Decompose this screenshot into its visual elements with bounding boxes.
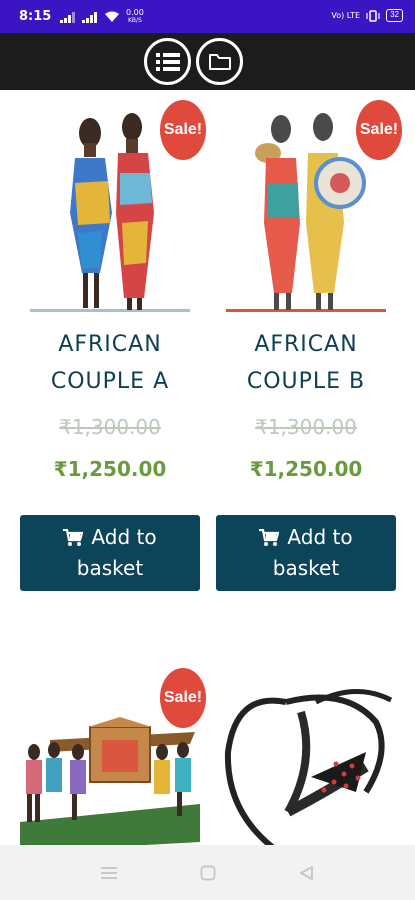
recent-apps-button[interactable] bbox=[99, 863, 119, 883]
old-price: ₹1,300.00 bbox=[59, 415, 161, 439]
figurine-image bbox=[224, 689, 393, 845]
add-to-label: Add to bbox=[91, 525, 157, 549]
product-card bbox=[216, 682, 396, 845]
product-card: Sale! AFRICAN COUPLE B ₹1,300.00 ₹1,250.… bbox=[216, 100, 402, 603]
product-name-line2: COUPLE A bbox=[50, 369, 170, 394]
back-icon bbox=[300, 866, 313, 880]
status-time: 8:15 bbox=[19, 9, 52, 24]
product-card: Sale! AFRICAN COUPLE A ₹1,300.00 ₹1,250.… bbox=[20, 100, 206, 603]
sale-badge: Sale! bbox=[160, 100, 206, 160]
product-name[interactable]: AFRICAN COUPLE A bbox=[20, 326, 200, 400]
status-icons-right: Vo) LTE 32 bbox=[331, 9, 403, 22]
battery-indicator: 32 bbox=[386, 9, 403, 22]
sale-badge: Sale! bbox=[356, 100, 402, 160]
back-button[interactable] bbox=[296, 863, 316, 883]
cart-icon bbox=[259, 528, 280, 546]
sale-badge: Sale! bbox=[160, 668, 206, 728]
data-speed-value: 0.00 bbox=[126, 8, 144, 17]
wifi-icon bbox=[105, 11, 119, 22]
signal-icon bbox=[60, 11, 75, 23]
basket-label: basket bbox=[76, 556, 144, 580]
app-header bbox=[0, 33, 415, 90]
product-name[interactable]: AFRICAN COUPLE B bbox=[216, 326, 396, 400]
menu-icon bbox=[101, 867, 117, 879]
product-name-line1: AFRICAN bbox=[254, 332, 358, 357]
product-image[interactable] bbox=[216, 682, 396, 845]
cart-icon bbox=[63, 528, 84, 546]
data-speed: 0.00 KB/S bbox=[126, 9, 144, 25]
basket-label: basket bbox=[272, 556, 340, 580]
product-card: Sale! bbox=[20, 668, 206, 845]
product-grid: Sale! AFRICAN COUPLE A ₹1,300.00 ₹1,250.… bbox=[0, 90, 415, 845]
product-name-line1: AFRICAN bbox=[58, 332, 162, 357]
folder-icon bbox=[208, 53, 231, 70]
volte-indicator: Vo) LTE bbox=[331, 10, 361, 20]
vibrate-icon bbox=[366, 9, 380, 22]
system-nav-bar bbox=[0, 845, 415, 900]
status-bar: 8:15 0.00 KB/S Vo) LTE 32 bbox=[0, 0, 415, 33]
status-icons-left: 0.00 KB/S bbox=[60, 9, 144, 25]
home-button[interactable] bbox=[198, 863, 218, 883]
list-icon bbox=[155, 52, 180, 71]
data-speed-unit: KB/S bbox=[127, 17, 142, 24]
home-icon bbox=[200, 865, 216, 881]
list-view-button[interactable] bbox=[144, 38, 191, 85]
add-to-basket-button[interactable]: Add to basket bbox=[20, 515, 200, 591]
folder-button[interactable] bbox=[196, 38, 243, 85]
sale-price: ₹1,250.00 bbox=[249, 457, 363, 481]
add-to-basket-button[interactable]: Add to basket bbox=[216, 515, 396, 591]
old-price: ₹1,300.00 bbox=[255, 415, 357, 439]
sale-price: ₹1,250.00 bbox=[53, 457, 167, 481]
signal-icon-2 bbox=[82, 11, 97, 23]
add-to-label: Add to bbox=[287, 525, 353, 549]
product-name-line2: COUPLE B bbox=[246, 369, 366, 394]
